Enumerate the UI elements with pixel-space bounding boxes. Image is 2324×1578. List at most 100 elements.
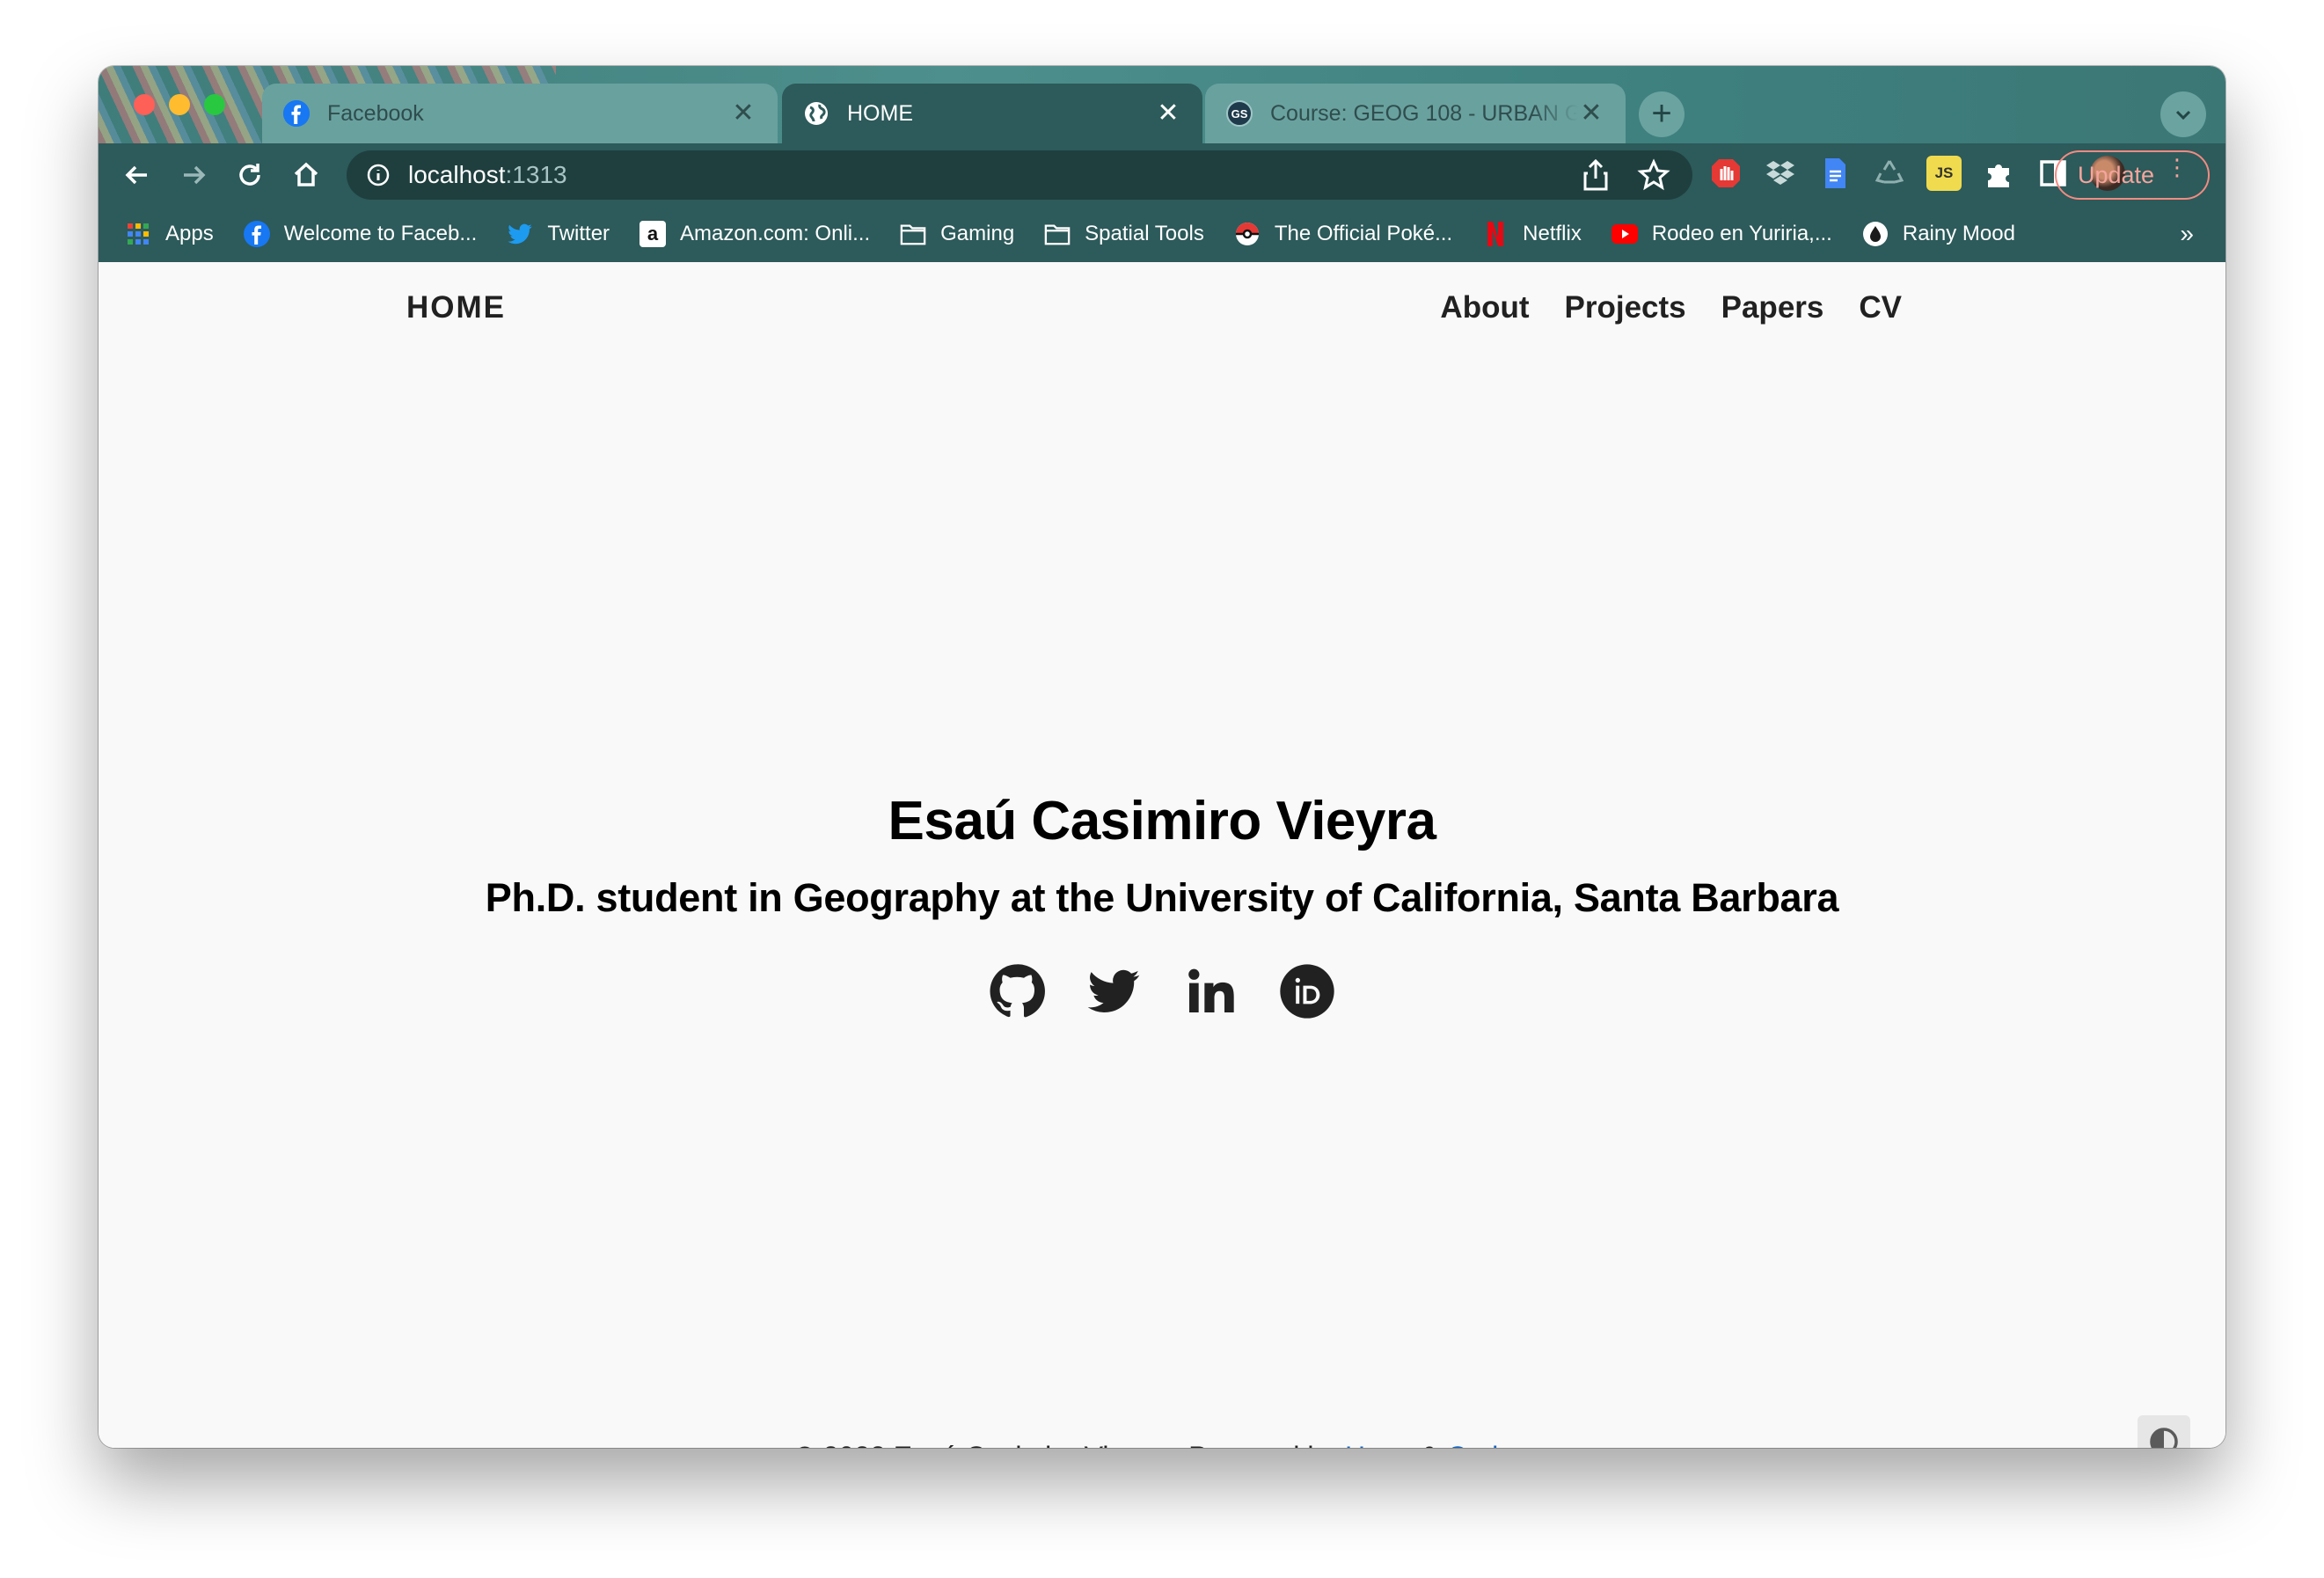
bookmark-apps[interactable]: Apps xyxy=(125,221,214,247)
twitter-icon xyxy=(507,221,533,247)
arrow-left-icon xyxy=(125,165,147,185)
nav-link-about[interactable]: About xyxy=(1440,290,1529,325)
pokeball-icon xyxy=(1234,221,1261,247)
bookmark-label: Spatial Tools xyxy=(1085,222,1204,245)
site-brand-link[interactable]: HOME xyxy=(406,290,506,325)
js-icon[interactable]: JS xyxy=(1926,156,1962,191)
hugo-link[interactable]: Hugo xyxy=(1345,1441,1413,1448)
tab-search-button[interactable] xyxy=(2160,91,2206,137)
address-bar[interactable]: localhost:1313 xyxy=(347,150,1692,200)
coder-link[interactable]: Coder xyxy=(1447,1441,1522,1448)
apps-grid-icon xyxy=(125,221,151,247)
bookmark-label: Gaming xyxy=(940,222,1015,245)
github-link[interactable] xyxy=(989,963,1045,1019)
tab-strip: Facebook ✕ HOME ✕ GS Course: GEOG 108 - … xyxy=(99,66,2225,143)
contrast-icon xyxy=(2150,1428,2178,1448)
github-icon xyxy=(990,964,1045,1018)
linkedin-link[interactable] xyxy=(1182,963,1239,1019)
share-icon[interactable] xyxy=(1580,157,1611,193)
tab-close-icon[interactable]: ✕ xyxy=(1155,100,1181,127)
bookmarks-bar: Apps Welcome to Faceb... Twitter a Amazo… xyxy=(99,206,2225,262)
home-button[interactable] xyxy=(289,157,324,193)
tab-facebook[interactable]: Facebook ✕ xyxy=(262,84,778,143)
youtube-icon xyxy=(1611,221,1638,247)
home-icon xyxy=(294,162,318,186)
bookmark-label: Rodeo en Yuriria,... xyxy=(1651,222,1832,245)
social-links xyxy=(99,963,2225,1019)
bookmarks-overflow-button[interactable]: » xyxy=(2180,220,2194,248)
folder-icon xyxy=(900,221,926,247)
forward-button[interactable] xyxy=(176,157,211,193)
browser-window: Facebook ✕ HOME ✕ GS Course: GEOG 108 - … xyxy=(99,66,2225,1448)
globe-icon xyxy=(803,100,829,127)
url-port: :1313 xyxy=(505,161,567,188)
bookmark-label: Apps xyxy=(165,222,214,245)
nav-link-papers[interactable]: Papers xyxy=(1721,290,1824,325)
orcid-link[interactable] xyxy=(1279,963,1335,1019)
footer-amp: & xyxy=(1413,1441,1447,1448)
fullscreen-window-button[interactable] xyxy=(204,94,225,115)
bookmark-label: Twitter xyxy=(547,222,610,245)
close-window-button[interactable] xyxy=(134,94,155,115)
adblock-icon[interactable] xyxy=(1708,156,1743,191)
bookmark-rainy-mood[interactable]: Rainy Mood xyxy=(1862,221,2015,247)
bookmark-amazon[interactable]: a Amazon.com: Onli... xyxy=(639,221,870,247)
netflix-icon xyxy=(1482,221,1509,247)
tab-title: HOME xyxy=(847,100,913,126)
browser-toolbar: localhost:1313 JS Update ⋮ xyxy=(99,143,2225,206)
tab-home[interactable]: HOME ✕ xyxy=(782,84,1202,143)
arrow-right-icon xyxy=(184,165,206,185)
linkedin-icon xyxy=(1188,968,1234,1012)
update-button[interactable]: Update ⋮ xyxy=(2055,150,2210,200)
bookmark-netflix[interactable]: Netflix xyxy=(1482,221,1582,247)
nav-links: About Projects Papers CV xyxy=(1440,290,1902,325)
orcid-icon xyxy=(1280,964,1334,1019)
bookmark-label: Rainy Mood xyxy=(1902,222,2015,245)
dropbox-icon[interactable] xyxy=(1763,156,1798,191)
chevron-down-icon xyxy=(2175,110,2191,121)
bookmark-folder-gaming[interactable]: Gaming xyxy=(900,221,1014,247)
bookmark-facebook[interactable]: Welcome to Faceb... xyxy=(243,221,478,247)
footer-copyright: © 2022 Esaú Casimiro Vieyra · Powered by xyxy=(794,1441,1345,1448)
bookmark-youtube[interactable]: Rodeo en Yuriria,... xyxy=(1611,221,1832,247)
bookmark-label: The Official Poké... xyxy=(1274,222,1453,245)
facebook-icon xyxy=(243,221,270,247)
new-tab-button[interactable]: + xyxy=(1639,91,1685,137)
amazon-icon: a xyxy=(639,221,667,247)
bookmark-twitter[interactable]: Twitter xyxy=(507,221,610,247)
minimize-window-button[interactable] xyxy=(169,94,190,115)
tab-course[interactable]: GS Course: GEOG 108 - URBAN G ✕ xyxy=(1205,84,1626,143)
bookmark-label: Welcome to Faceb... xyxy=(283,222,478,245)
star-icon[interactable] xyxy=(1636,157,1671,193)
tab-title: Course: GEOG 108 - URBAN G xyxy=(1270,100,1578,126)
raindrop-icon xyxy=(1862,221,1889,247)
tab-close-icon[interactable]: ✕ xyxy=(1578,100,1604,127)
nav-link-cv[interactable]: CV xyxy=(1859,290,1902,325)
puzzle-icon[interactable] xyxy=(1981,156,2016,191)
twitter-icon xyxy=(1087,969,1140,1012)
color-scheme-toggle[interactable] xyxy=(2138,1415,2190,1448)
reload-button[interactable] xyxy=(232,157,267,193)
site-navigation: HOME About Projects Papers CV xyxy=(99,262,2225,359)
author-name: Esaú Casimiro Vieyra xyxy=(888,791,1437,851)
reload-icon xyxy=(239,164,260,186)
tab-title: Facebook xyxy=(327,100,424,126)
bookmark-pokemon[interactable]: The Official Poké... xyxy=(1234,221,1452,247)
site-footer: © 2022 Esaú Casimiro Vieyra · Powered by… xyxy=(99,1441,2225,1448)
more-menu-icon[interactable]: ⋮ xyxy=(2166,156,2189,179)
info-icon xyxy=(367,164,390,186)
folder-icon xyxy=(1044,221,1071,247)
url-host: localhost xyxy=(408,161,506,188)
facebook-icon xyxy=(283,100,310,127)
tab-close-icon[interactable]: ✕ xyxy=(730,100,756,127)
bookmark-folder-spatial-tools[interactable]: Spatial Tools xyxy=(1044,221,1204,247)
bookmark-label: Netflix xyxy=(1523,222,1582,245)
back-button[interactable] xyxy=(120,157,155,193)
recycle-icon[interactable] xyxy=(1872,156,1907,191)
docs-icon[interactable] xyxy=(1817,156,1853,191)
hero-section: Esaú Casimiro Vieyra Ph.D. student in Ge… xyxy=(99,790,2225,1019)
nav-link-projects[interactable]: Projects xyxy=(1565,290,1686,325)
gs-icon: GS xyxy=(1226,100,1253,127)
twitter-link[interactable] xyxy=(1085,963,1142,1019)
web-page: HOME About Projects Papers CV Esaú Casim… xyxy=(99,262,2225,1448)
